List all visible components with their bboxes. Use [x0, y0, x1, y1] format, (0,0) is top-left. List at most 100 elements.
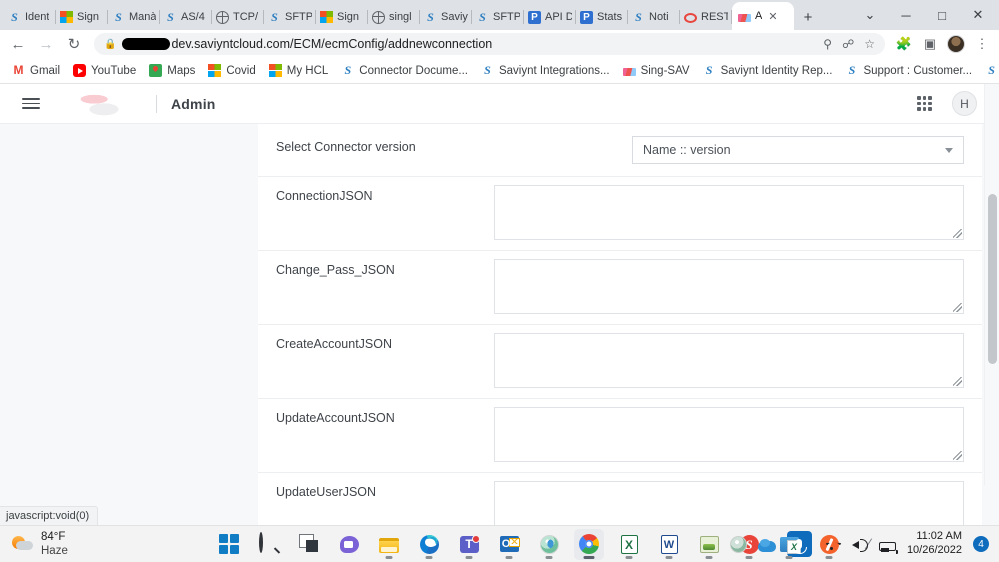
change-pass-json-textarea[interactable] [494, 259, 964, 314]
reload-button[interactable]: ↻ [62, 33, 86, 55]
weather-widget[interactable]: 84°F Haze [0, 530, 196, 559]
excel-button[interactable] [614, 529, 644, 560]
tab-label: singl [389, 11, 412, 23]
browser-tab[interactable]: SFTP [264, 4, 316, 30]
close-window-button[interactable]: ✕ [961, 2, 995, 28]
app-grid-icon[interactable] [917, 96, 932, 111]
link-status-bubble: javascript:void(0) [0, 506, 99, 525]
key-icon[interactable]: ⚲ [823, 37, 832, 51]
clock[interactable]: 11:02 AM 10/26/2022 [907, 530, 962, 558]
outlook-button[interactable] [494, 529, 524, 560]
connector-version-select[interactable]: Name :: version [632, 136, 964, 164]
microsoft-favicon [60, 10, 73, 24]
browser-tab[interactable]: Sign [316, 4, 368, 30]
volume-icon[interactable] [851, 536, 868, 553]
notification-dot [471, 534, 480, 543]
minimize-button[interactable]: ─ [889, 2, 923, 28]
connector-version-value: Name :: version [643, 143, 731, 157]
url-value: dev.saviyntcloud.com/ECM/ecmConfig/addne… [171, 37, 493, 51]
avatar[interactable]: H [952, 91, 977, 116]
sphere-app-button[interactable] [534, 529, 564, 560]
updateuserjson-textarea[interactable] [494, 481, 964, 525]
browser-tab[interactable]: API D [524, 4, 576, 30]
word-icon [660, 534, 678, 554]
bookmark-item[interactable]: Job Categories for... [979, 62, 999, 79]
clock-time: 11:02 AM [916, 530, 962, 543]
browser-tab[interactable]: Stats [576, 4, 628, 30]
browser-tab[interactable]: Ident [4, 4, 56, 30]
teams-button[interactable] [454, 529, 484, 560]
resize-handle-icon[interactable] [953, 303, 962, 312]
notification-badge[interactable]: 4 [973, 536, 989, 552]
browser-tab[interactable]: TCP/ [212, 4, 264, 30]
back-button[interactable]: ← [6, 33, 30, 55]
hamburger-menu-icon[interactable] [22, 98, 40, 109]
browser-tab[interactable]: singl [368, 4, 420, 30]
browser-tab[interactable]: Noti [628, 4, 680, 30]
tab-label: API D [545, 11, 572, 23]
task-view-button[interactable] [294, 529, 324, 560]
browser-tab[interactable]: SFTP [472, 4, 524, 30]
tab-label: AS/4 [181, 11, 205, 23]
browser-tab[interactable]: Sign [56, 4, 108, 30]
saviynt-favicon [341, 64, 354, 77]
resize-handle-icon[interactable] [953, 229, 962, 238]
bookmark-item[interactable]: Saviynt Identity Rep... [697, 62, 839, 79]
active-browser-tab[interactable]: A ✕ [732, 2, 794, 30]
bookmark-item[interactable]: Connector Docume... [335, 62, 474, 79]
start-button[interactable] [214, 529, 244, 560]
word-button[interactable] [654, 529, 684, 560]
bookmark-label: Gmail [30, 64, 61, 77]
bookmark-label: Covid [226, 64, 256, 77]
bookmark-item[interactable]: My HCL [263, 62, 335, 79]
resize-handle-icon[interactable] [953, 451, 962, 460]
scrollbar-thumb[interactable] [988, 194, 997, 364]
globe-tray-icon[interactable] [729, 535, 747, 553]
side-panel-icon[interactable]: ▣ [919, 33, 941, 55]
resize-handle-icon[interactable] [953, 377, 962, 386]
close-tab-icon[interactable]: ✕ [768, 10, 777, 23]
paint-icon [699, 535, 719, 553]
extensions-puzzle-icon[interactable]: 🧩 [893, 33, 915, 55]
maximize-button[interactable]: □ [925, 2, 959, 28]
connectionjson-textarea[interactable] [494, 185, 964, 240]
globe-favicon [372, 10, 385, 24]
onedrive-icon[interactable] [757, 538, 776, 552]
wifi-icon[interactable] [823, 536, 840, 553]
file-explorer-button[interactable] [374, 529, 404, 560]
browser-tab[interactable]: REST [680, 4, 732, 30]
createaccountjson-textarea[interactable] [494, 333, 964, 388]
page-viewport: Admin H Select Connector version Name ::… [0, 84, 999, 525]
bookmark-item[interactable]: Maps [143, 62, 201, 79]
saviynt-favicon [164, 11, 177, 24]
profile-avatar[interactable] [945, 33, 967, 55]
updateaccountjson-textarea[interactable] [494, 407, 964, 462]
change-pass-json-label: Change_Pass_JSON [276, 263, 395, 277]
chrome-button[interactable] [574, 528, 604, 560]
bookmark-item[interactable]: YouTube [67, 62, 142, 79]
pink-favicon [738, 13, 751, 22]
tab-search-icon[interactable]: ⌄ [853, 2, 887, 28]
edge-button[interactable] [414, 529, 444, 560]
tab-label: REST [701, 11, 728, 23]
page-scrollbar[interactable] [984, 84, 999, 485]
bookmark-star-icon[interactable]: ☆ [864, 37, 875, 51]
bookmark-item[interactable]: Sing-SAV [617, 63, 696, 79]
bookmark-item[interactable]: Covid [202, 62, 261, 79]
browser-tab[interactable]: Manà [108, 4, 160, 30]
new-tab-button[interactable]: + [794, 4, 822, 30]
forward-button[interactable]: → [34, 33, 58, 55]
bookmark-item[interactable]: Support : Customer... [839, 62, 978, 79]
address-bar[interactable]: 🔒 dev.saviyntcloud.com/ECM/ecmConfig/add… [94, 33, 885, 55]
taskbar-search-button[interactable] [254, 529, 284, 560]
bookmark-item[interactable]: Gmail [6, 62, 66, 79]
browser-tab[interactable]: Saviy [420, 4, 472, 30]
paint-button[interactable] [694, 529, 724, 560]
battery-icon[interactable] [878, 541, 898, 554]
bookmark-item[interactable]: Saviynt Integrations... [475, 62, 616, 79]
share-icon[interactable]: ☍ [842, 37, 854, 51]
chat-button[interactable] [334, 529, 364, 560]
chrome-menu-icon[interactable]: ⋮ [971, 33, 993, 55]
browser-tab[interactable]: AS/4 [160, 4, 212, 30]
header-divider [156, 94, 157, 113]
